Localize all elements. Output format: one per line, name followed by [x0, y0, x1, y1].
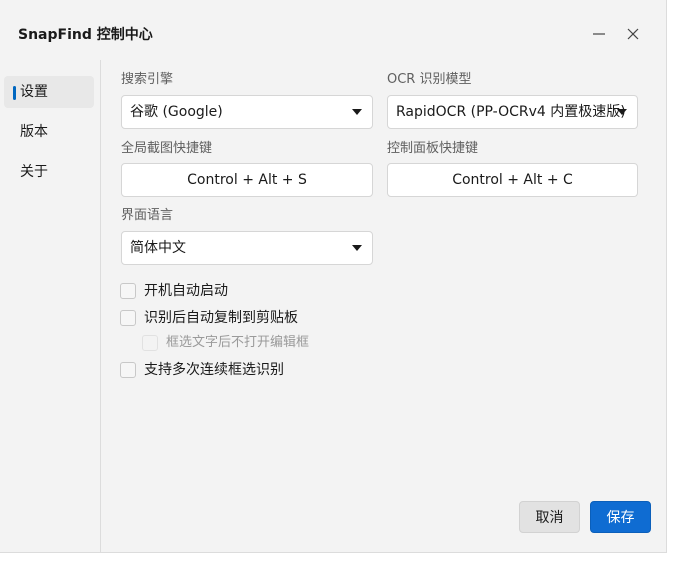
- settings-window: SnapFind 控制中心 设置 版本 关于 搜索引擎 谷歌 (Google) …: [0, 0, 667, 553]
- panel-hotkey-label: 控制面板快捷键: [387, 141, 479, 156]
- window-title: SnapFind 控制中心: [18, 27, 153, 43]
- autostart-checkbox[interactable]: [120, 283, 136, 299]
- minimize-icon: [593, 33, 605, 35]
- global-hotkey-input[interactable]: Control + Alt + S: [121, 163, 373, 197]
- chevron-down-icon: [352, 245, 362, 251]
- continuous-select-option[interactable]: 支持多次连续框选识别: [120, 360, 284, 380]
- auto-copy-label: 识别后自动复制到剪贴板: [144, 310, 298, 326]
- close-icon: [627, 28, 639, 40]
- close-button[interactable]: [621, 22, 645, 46]
- ocr-model-select[interactable]: RapidOCR (PP-OCRv4 内置极速版): [387, 95, 638, 129]
- sidebar-item-version[interactable]: 版本: [4, 116, 94, 148]
- panel-hotkey-input[interactable]: Control + Alt + C: [387, 163, 638, 197]
- ocr-model-label: OCR 识别模型: [387, 72, 472, 87]
- ocr-model-value: RapidOCR (PP-OCRv4 内置极速版): [396, 104, 626, 120]
- sidebar-divider: [100, 60, 101, 552]
- save-button[interactable]: 保存: [590, 501, 651, 533]
- title-bar[interactable]: SnapFind 控制中心: [0, 0, 666, 60]
- skip-editor-label: 框选文字后不打开编辑框: [166, 335, 310, 350]
- chevron-down-icon: [352, 109, 362, 115]
- search-engine-value: 谷歌 (Google): [130, 104, 223, 120]
- global-hotkey-label: 全局截图快捷键: [121, 141, 213, 156]
- search-engine-label: 搜索引擎: [121, 72, 174, 87]
- sidebar-item-about[interactable]: 关于: [4, 156, 94, 188]
- cancel-button[interactable]: 取消: [519, 501, 580, 533]
- language-select[interactable]: 简体中文: [121, 231, 373, 265]
- language-value: 简体中文: [130, 240, 186, 256]
- auto-copy-checkbox[interactable]: [120, 310, 136, 326]
- search-engine-select[interactable]: 谷歌 (Google): [121, 95, 373, 129]
- auto-copy-option[interactable]: 识别后自动复制到剪贴板: [120, 308, 298, 328]
- skip-editor-checkbox: [142, 335, 158, 351]
- continuous-select-checkbox[interactable]: [120, 362, 136, 378]
- sidebar-item-settings[interactable]: 设置: [4, 76, 94, 108]
- continuous-select-label: 支持多次连续框选识别: [144, 362, 284, 378]
- language-label: 界面语言: [121, 208, 174, 223]
- autostart-option[interactable]: 开机自动启动: [120, 281, 228, 301]
- skip-editor-option: 框选文字后不打开编辑框: [142, 333, 309, 353]
- sidebar: 设置 版本 关于: [0, 60, 100, 552]
- autostart-label: 开机自动启动: [144, 283, 228, 299]
- chevron-down-icon: [617, 109, 627, 115]
- minimize-button[interactable]: [587, 22, 611, 46]
